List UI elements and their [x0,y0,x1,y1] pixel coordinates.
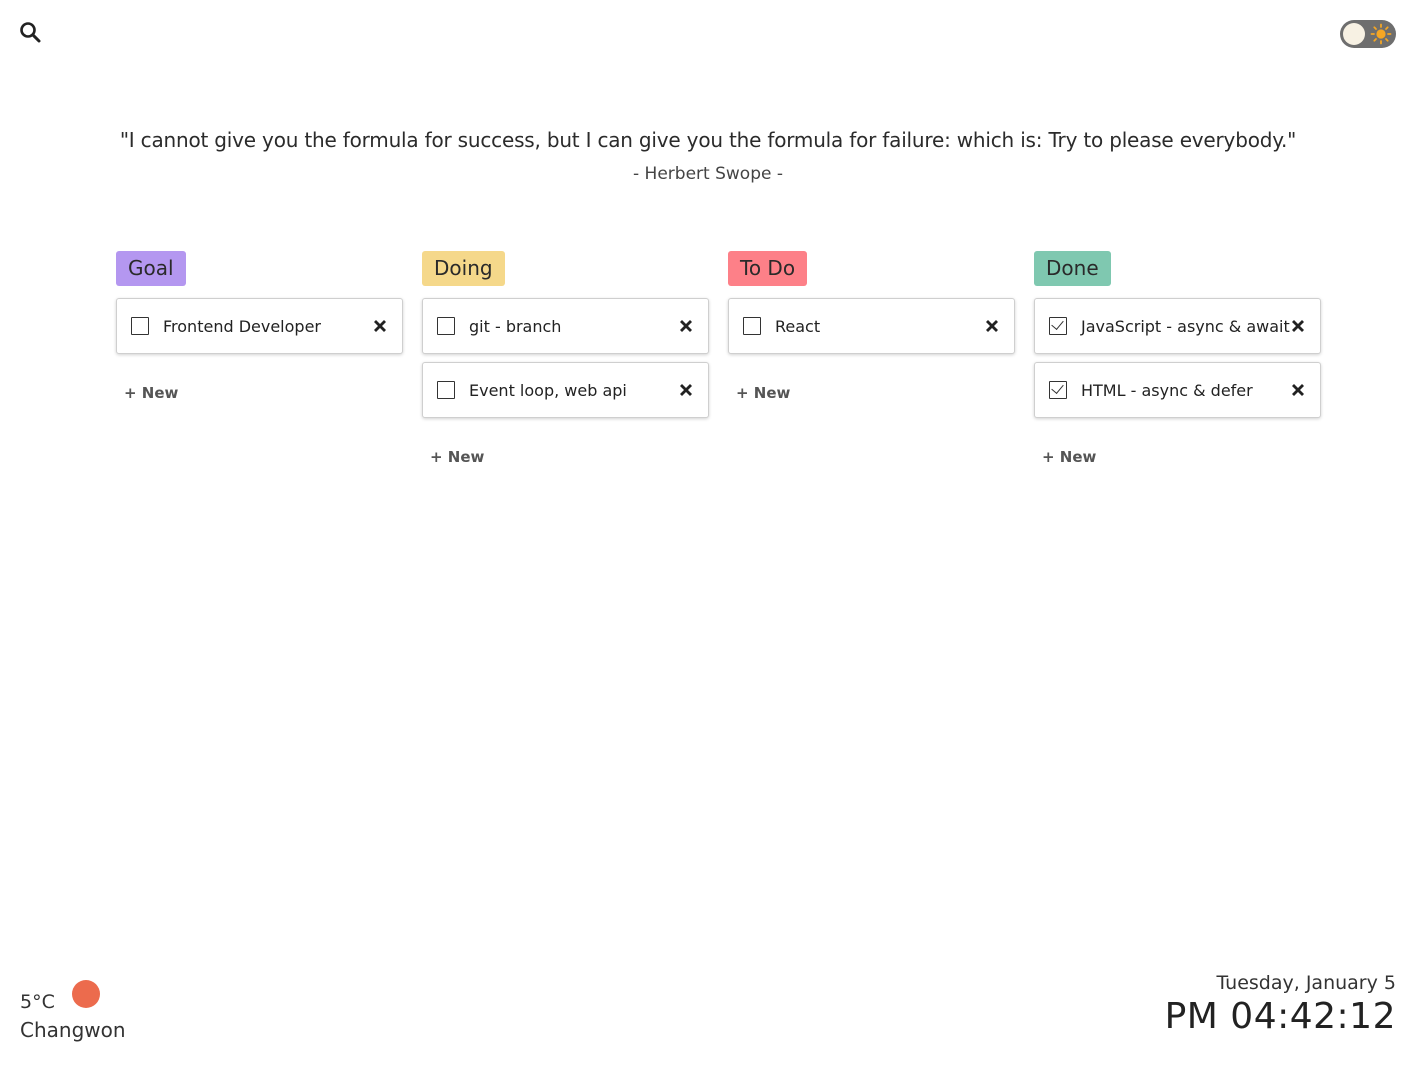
close-icon[interactable] [984,318,1000,334]
task-card[interactable]: Frontend Developer [116,298,403,354]
city-name: Changwon [20,1018,126,1042]
close-icon[interactable] [678,382,694,398]
column-title: To Do [728,251,808,286]
task-text: Event loop, web api [469,380,627,400]
temperature: 5°C [20,991,55,1013]
column-goal: Goal Frontend Developer + New [116,251,403,402]
quote-author: - Herbert Swope - [633,164,783,184]
theme-toggle[interactable] [1340,20,1396,48]
task-text: React [775,316,821,336]
date-text: Tuesday, January 5 [1216,972,1396,994]
task-checkbox[interactable] [743,317,761,335]
task-checkbox[interactable] [1049,381,1067,399]
task-card[interactable]: Event loop, web api [422,362,709,418]
add-task-button[interactable]: + New [124,384,178,402]
task-checkbox[interactable] [1049,317,1067,335]
task-text: Frontend Developer [163,316,321,336]
search-icon [20,22,41,43]
column-title: Goal [116,251,186,286]
task-card[interactable]: HTML - async & defer [1034,362,1321,418]
weather-icon [71,980,100,1008]
card-list: JavaScript - async & await HTML - async … [1034,298,1321,418]
task-card[interactable]: git - branch [422,298,709,354]
task-card[interactable]: React [728,298,1015,354]
weather-widget: 5°C Changwon [20,980,126,1042]
card-list: React [728,298,1015,354]
column-title: Doing [422,251,505,286]
card-list: git - branch Event loop, web api [422,298,709,418]
column-title: Done [1034,251,1111,286]
task-card[interactable]: JavaScript - async & await [1034,298,1321,354]
add-task-button[interactable]: + New [430,448,484,466]
close-icon[interactable] [1290,318,1306,334]
clock-widget: Tuesday, January 5 PM 04:42:12 [1165,972,1396,1037]
quote-text: "I cannot give you the formula for succe… [119,128,1297,152]
toggle-knob [1343,23,1365,45]
column-todo: To Do React + New [728,251,1015,402]
column-done: Done JavaScript - async & await HTML - a… [1034,251,1321,466]
close-icon[interactable] [372,318,388,334]
column-doing: Doing git - branch Event loop, web api +… [422,251,709,466]
task-text: JavaScript - async & await [1081,316,1290,336]
sun-icon [1370,23,1392,45]
time-text: PM 04:42:12 [1164,996,1396,1037]
task-text: HTML - async & defer [1081,380,1253,400]
add-task-button[interactable]: + New [1042,448,1096,466]
task-checkbox[interactable] [437,381,455,399]
close-icon[interactable] [1290,382,1306,398]
card-list: Frontend Developer [116,298,403,354]
task-checkbox[interactable] [437,317,455,335]
task-text: git - branch [469,316,562,336]
add-task-button[interactable]: + New [736,384,790,402]
search-button[interactable] [18,20,42,44]
task-checkbox[interactable] [131,317,149,335]
close-icon[interactable] [678,318,694,334]
